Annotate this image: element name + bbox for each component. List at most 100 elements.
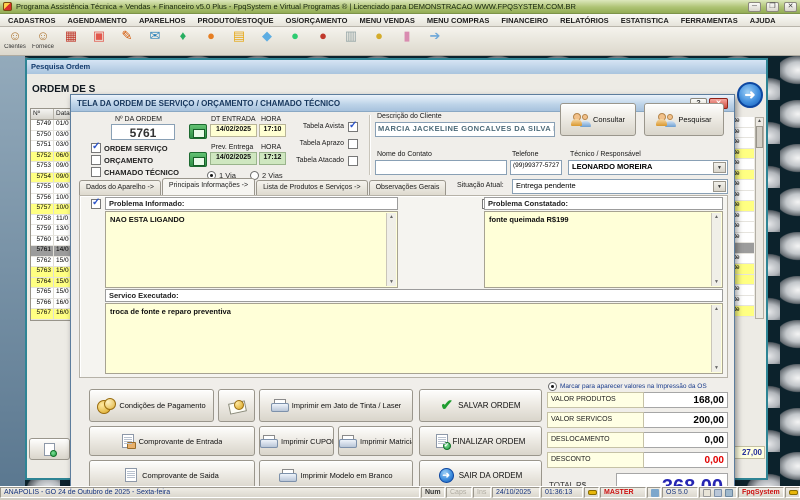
grid-scrollbar[interactable]: ▲: [755, 117, 764, 319]
order-row[interactable]: 5764 15/0: [31, 277, 73, 288]
order-row[interactable]: 5750 03/0: [31, 130, 73, 141]
problema-informado-textarea[interactable]: NAO ESTA LIGANDO ▲ ▼: [105, 211, 398, 288]
textarea-scrollbar[interactable]: ▲ ▼: [386, 213, 396, 286]
telefone-field[interactable]: (99)99377-5727: [510, 160, 562, 175]
checkbox[interactable]: [91, 141, 101, 153]
money-button[interactable]: [218, 389, 255, 422]
menu-item-agendamento[interactable]: AGENDAMENTO: [62, 15, 133, 26]
imprimir-matricial-button[interactable]: Imprimir Matricial: [338, 426, 413, 456]
menu-item-ferramentas[interactable]: FERRAMENTAS: [675, 15, 744, 26]
order-row[interactable]: 5757 10/0: [31, 204, 73, 215]
tab-principais-informa-es[interactable]: Principais Informações ->: [161, 178, 256, 195]
toolbar-button-folder-icon[interactable]: ▤: [226, 28, 252, 44]
checkbox[interactable]: [91, 155, 101, 165]
order-row[interactable]: 5765 15/0: [31, 288, 73, 299]
restore-button[interactable]: ❐: [766, 1, 779, 12]
menu-item-cadastros[interactable]: CADASTROS: [2, 15, 62, 26]
textarea-scrollbar[interactable]: ▲ ▼: [711, 305, 721, 372]
order-row[interactable]: 5752 06/0: [31, 151, 73, 162]
order-row[interactable]: 5766 16/0: [31, 298, 73, 309]
problema-constatado-textarea[interactable]: fonte queimada R$199 ▲ ▼: [484, 211, 723, 288]
minimize-button[interactable]: ─: [748, 1, 761, 12]
menu-item-produto-estoque[interactable]: PRODUTO/ESTOQUE: [192, 15, 280, 26]
order-row[interactable]: 5756 10/0: [31, 193, 73, 204]
finalizar-ordem-button[interactable]: ✔ FINALIZAR ORDEM: [419, 426, 542, 456]
order-row[interactable]: 5767 16/0: [31, 309, 73, 320]
monitor-small-icon[interactable]: [725, 488, 733, 497]
checkbox[interactable]: [348, 155, 358, 166]
toolbar-button-chart-icon[interactable]: ▮: [394, 28, 420, 44]
cliente-field[interactable]: MARCIA JACKELINE GONCALVES DA SILVA BE: [375, 122, 555, 137]
order-row[interactable]: 5753 09/0: [31, 162, 73, 173]
menu-item-menu-vendas[interactable]: MENU VENDAS: [353, 15, 420, 26]
order-row[interactable]: 5763 15/0: [31, 267, 73, 278]
toolbar-button-monitor-icon[interactable]: ▣: [86, 28, 112, 44]
imprimir-cupom-button[interactable]: Imprimir CUPOM: [259, 426, 334, 456]
imprimir-jato-button[interactable]: Imprimir em Jato de Tinta / Laser: [259, 389, 413, 422]
order-row[interactable]: 5762 15/0: [31, 256, 73, 267]
menu-item-financeiro[interactable]: FINANCEIRO: [495, 15, 554, 26]
calendar-entrega-button[interactable]: [189, 152, 207, 167]
pesquisar-button[interactable]: Pesquisar: [644, 103, 724, 136]
tabela-option-tabela-avista[interactable]: Tabela Avista: [256, 120, 358, 133]
toolbar-button-supplier-icon[interactable]: ☺ Fornece: [30, 28, 56, 50]
menu-item-os-or-amento[interactable]: OS/ORÇAMENTO: [280, 15, 354, 26]
order-row[interactable]: 5755 09/0: [31, 183, 73, 194]
checkbox[interactable]: [348, 120, 358, 132]
servico-executado-textarea[interactable]: troca de fonte e reparo preventiva ▲ ▼: [105, 303, 723, 374]
tecnico-select[interactable]: LEONARDO MOREIRA: [568, 160, 728, 175]
toolbar-button-diamond-icon[interactable]: ◆: [254, 28, 280, 44]
order-row[interactable]: 5759 13/0: [31, 225, 73, 236]
tab-lista-de-produtos-e-servi-os[interactable]: Lista de Produtos e Serviços ->: [256, 180, 368, 195]
toolbar-button-cart-icon[interactable]: ●: [366, 28, 392, 44]
refresh-button[interactable]: [29, 438, 70, 460]
menu-item-aparelhos[interactable]: APARELHOS: [133, 15, 192, 26]
menu-item-relat-rios[interactable]: RELATÓRIOS: [554, 15, 615, 26]
tab-observa-es-gerais[interactable]: Observações Gerais: [368, 180, 447, 195]
order-row[interactable]: 5761 14/0: [31, 246, 73, 257]
marcar-radio[interactable]: [548, 382, 557, 391]
order-row[interactable]: 5760 14/0: [31, 235, 73, 246]
exit-search-button[interactable]: ➜: [737, 82, 763, 108]
menu-item-menu-compras[interactable]: MENU COMPRAS: [421, 15, 496, 26]
situacao-select[interactable]: Entrega pendente: [512, 179, 728, 194]
marcar-valores-radio-row[interactable]: Marcar para aparecer valores na Impressã…: [548, 382, 707, 391]
toolbar-button-money-icon[interactable]: ▥: [338, 28, 364, 44]
menu-item-estatistica[interactable]: ESTATISTICA: [615, 15, 675, 26]
toolbar-button-globe-red-icon[interactable]: ●: [310, 28, 336, 44]
problema-informado-check[interactable]: [91, 197, 101, 209]
toolbar-button-sales-icon[interactable]: ♦: [170, 28, 196, 44]
printer-small-icon[interactable]: [714, 488, 722, 497]
order-row[interactable]: 5754 09/0: [31, 172, 73, 183]
page-icon[interactable]: [703, 488, 711, 497]
order-type-option-or-amento[interactable]: ORÇAMENTO: [91, 154, 179, 166]
toolbar-button-basket-icon[interactable]: ●: [198, 28, 224, 44]
tabela-option-tabela-aprazo[interactable]: Tabela Aprazo: [256, 137, 358, 150]
toolbar-button-notes-icon[interactable]: ✎: [114, 28, 140, 44]
textarea-scrollbar[interactable]: ▲ ▼: [711, 213, 721, 286]
column-header-numero[interactable]: Nº: [31, 109, 54, 119]
scrollbar-thumb[interactable]: [756, 126, 763, 148]
tab-dados-do-aparelho[interactable]: Dados do Aparelho ->: [79, 180, 161, 195]
order-row[interactable]: 5758 11/0: [31, 214, 73, 225]
order-type-option-ordem-servi-o[interactable]: ORDEM SERVIÇO: [91, 141, 179, 154]
toolbar-button-clients-icon[interactable]: ☺ Clientes: [2, 28, 28, 50]
salvar-ordem-button[interactable]: ✔ SALVAR ORDEM: [419, 389, 542, 422]
comprovante-entrada-button[interactable]: Comprovante de Entrada: [89, 426, 255, 456]
menu-item-ajuda[interactable]: AJUDA: [744, 15, 782, 26]
toolbar-button-order-icon[interactable]: ✉: [142, 28, 168, 44]
close-button[interactable]: ✕: [784, 1, 797, 12]
contato-field[interactable]: [375, 160, 507, 175]
order-row[interactable]: 5751 03/0: [31, 141, 73, 152]
order-number-field[interactable]: 5761: [111, 124, 175, 140]
entrega-date-field[interactable]: 14/02/2025: [210, 152, 257, 165]
checkbox[interactable]: [348, 138, 358, 149]
checkbox[interactable]: [91, 167, 101, 177]
condicoes-pagamento-button[interactable]: Condições de Pagamento: [89, 389, 214, 422]
order-row[interactable]: 5749 01/0: [31, 120, 73, 131]
calendar-entrada-button[interactable]: [189, 124, 207, 139]
toolbar-button-calendar-icon[interactable]: ▦: [58, 28, 84, 44]
consultar-button[interactable]: Consultar: [560, 103, 636, 136]
entrada-date-field[interactable]: 14/02/2025: [210, 124, 257, 137]
toolbar-button-exit-icon[interactable]: ➔: [422, 28, 448, 44]
